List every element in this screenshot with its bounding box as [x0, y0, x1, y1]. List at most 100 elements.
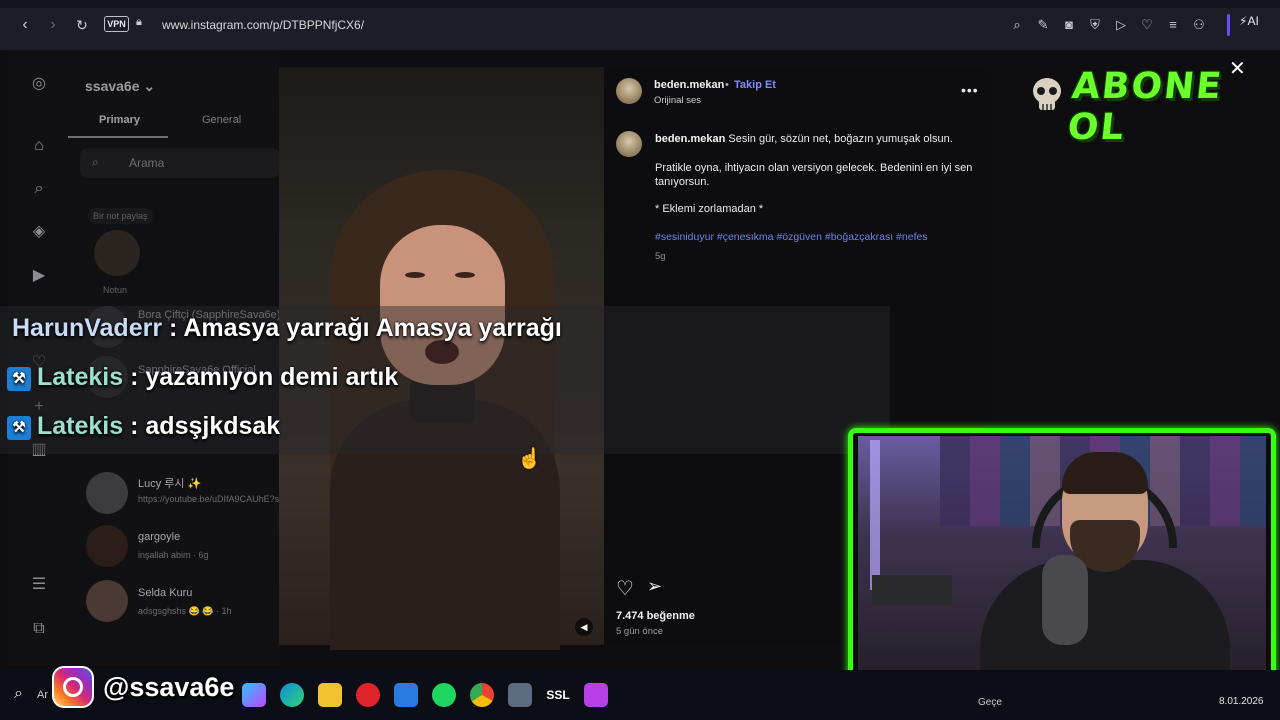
chat-message: ⚒ Latekis : yazamıyon demi artık: [7, 363, 398, 392]
reload-icon[interactable]: ↻: [71, 14, 93, 36]
clock-date[interactable]: 8.01.2026: [1219, 696, 1264, 707]
subscribe-overlay: ABONE OL: [1065, 66, 1225, 148]
copilot-icon[interactable]: [242, 683, 266, 707]
search-icon[interactable]: ⌕: [14, 685, 23, 703]
conversation-preview: inşallah abim · 6g: [138, 550, 209, 560]
instagram-logo-lens: [63, 677, 83, 697]
webcam-light: [870, 440, 880, 590]
chat-username: Latekis: [37, 363, 124, 391]
sidebar-accent: [1227, 14, 1230, 36]
settings-icon[interactable]: [508, 683, 532, 707]
separator-dot: •: [725, 79, 729, 91]
menu-icon[interactable]: ≡: [1162, 14, 1184, 36]
post-date: 5 gün önce: [616, 626, 664, 637]
forward-icon[interactable]: ›: [42, 14, 64, 36]
like-icon[interactable]: ♡: [616, 576, 634, 601]
caption-note: * Eklemi zorlamadan *: [655, 203, 764, 215]
caption-hashtags[interactable]: #sesiniduyur #çenesıkma #özgüven #boğazç…: [655, 231, 928, 243]
likes-count[interactable]: 7.474 beğenme: [616, 610, 695, 622]
spotify-icon[interactable]: [432, 683, 456, 707]
instagram-icon[interactable]: ◎: [28, 73, 50, 95]
post-audio-label[interactable]: Orijinal ses: [654, 95, 701, 106]
conversation-name[interactable]: Selda Kuru: [138, 587, 192, 599]
note-label: Notun: [103, 285, 128, 295]
search-icon[interactable]: ⌕: [28, 178, 50, 200]
chat-text: : yazamıyon demi artık: [130, 363, 399, 391]
dm-username-text: ssava6e: [85, 78, 140, 94]
weather-widget[interactable]: Geçe: [978, 697, 1002, 708]
dm-search-placeholder: Arama: [129, 156, 165, 170]
opera-icon[interactable]: [356, 683, 380, 707]
back-icon[interactable]: ‹: [14, 14, 36, 36]
skull-icon: [1033, 78, 1061, 110]
browser-tab-strip: [0, 0, 1280, 8]
meta-icon[interactable]: ⧉: [28, 618, 50, 640]
more-icon[interactable]: ☰: [28, 574, 50, 596]
volume-icon[interactable]: ◀: [575, 618, 593, 636]
instagram-app-icon[interactable]: [584, 683, 608, 707]
address-bar[interactable]: www.instagram.com/p/DTBPPNfjCX6/: [162, 18, 364, 32]
chat-username: HarunVaderr: [12, 314, 163, 342]
avatar[interactable]: [86, 472, 128, 514]
subscriber-badge-icon: ⚒: [7, 367, 31, 391]
vpn-badge[interactable]: VPN: [104, 16, 129, 32]
subscriber-badge-icon: ⚒: [7, 416, 31, 440]
play-icon[interactable]: ▷: [1110, 14, 1132, 36]
shield-icon[interactable]: ⛨: [1084, 14, 1106, 36]
conversation-name[interactable]: gargoyle: [138, 531, 180, 543]
chat-text: : Amasya yarrağı Amasya yarrağı: [169, 314, 562, 342]
chat-message: HarunVaderr : Amasya yarrağı Amasya yarr…: [12, 314, 562, 343]
camera-icon[interactable]: ◙: [1058, 14, 1080, 36]
tab-underline: [68, 136, 168, 138]
edit-icon[interactable]: ✎: [1032, 14, 1054, 36]
dm-username[interactable]: ssava6e ⌄: [85, 78, 155, 95]
ai-label: AI: [1247, 14, 1259, 28]
caption-first-line: Sesin gür, sözün net, boğazın yumuşak ol…: [728, 133, 953, 145]
caption-age: 5g: [655, 251, 666, 262]
follow-button[interactable]: Takip Et: [734, 79, 776, 91]
tab-general[interactable]: General: [202, 114, 241, 126]
find-icon[interactable]: ⌕: [1006, 14, 1028, 36]
avatar[interactable]: [616, 78, 642, 104]
avatar[interactable]: [94, 230, 140, 276]
reels-icon[interactable]: ▶: [28, 265, 50, 287]
heart-bookmark-icon[interactable]: ♡: [1136, 14, 1158, 36]
video-person-eye: [405, 272, 425, 278]
profile-icon[interactable]: ⚇: [1188, 14, 1210, 36]
conversation-preview: https://youtube.be/uDIfA9CAUhE?si=: [138, 494, 287, 504]
edge-icon[interactable]: [280, 683, 304, 707]
dm-search-input[interactable]: [80, 148, 280, 178]
mail-icon[interactable]: [394, 683, 418, 707]
caption-author[interactable]: beden.mekan: [655, 133, 725, 145]
note-bubble[interactable]: Bir not paylaş: [88, 208, 153, 224]
taskbar-search[interactable]: Ar: [37, 689, 48, 701]
conversation-name[interactable]: Lucy 루시 ✨: [138, 475, 201, 491]
chat-message: ⚒ Latekis : adsşjkdsak: [7, 412, 280, 441]
microphone-icon: [1042, 555, 1088, 645]
home-icon[interactable]: ⌂: [28, 135, 50, 157]
webcam-desk: [872, 575, 952, 605]
caption-text: beden.mekan Sesin gür, sözün net, boğazı…: [655, 133, 975, 145]
conversation-preview: adsgsghshs 😂 😂 · 1h: [138, 606, 232, 616]
avatar[interactable]: [86, 580, 128, 622]
avatar[interactable]: [616, 131, 642, 157]
chat-text: : adsşjkdsak: [130, 412, 281, 440]
folder-icon[interactable]: [318, 683, 342, 707]
instagram-handle: @ssava6e: [103, 672, 235, 702]
post-author[interactable]: beden.mekan: [654, 79, 724, 91]
search-icon: ⌕: [92, 155, 99, 169]
more-options-icon[interactable]: •••: [961, 82, 979, 98]
share-icon[interactable]: ➢: [647, 576, 662, 597]
ai-button[interactable]: ⚡︎AI: [1239, 14, 1259, 28]
webcam-person-body: [980, 560, 1230, 680]
chrome-icon[interactable]: [470, 683, 494, 707]
explore-icon[interactable]: ◈: [28, 221, 50, 243]
ssl-icon[interactable]: SSL: [544, 683, 572, 707]
mouse-cursor-icon: ☝: [517, 448, 542, 470]
lock-icon[interactable]: 🔒︎: [136, 16, 142, 29]
chat-username: Latekis: [37, 412, 124, 440]
video-person-eye: [455, 272, 475, 278]
avatar[interactable]: [86, 525, 128, 567]
tab-primary[interactable]: Primary: [99, 114, 140, 126]
caption-paragraph: Pratikle oyna, ihtiyacın olan versiyon g…: [655, 162, 973, 188]
